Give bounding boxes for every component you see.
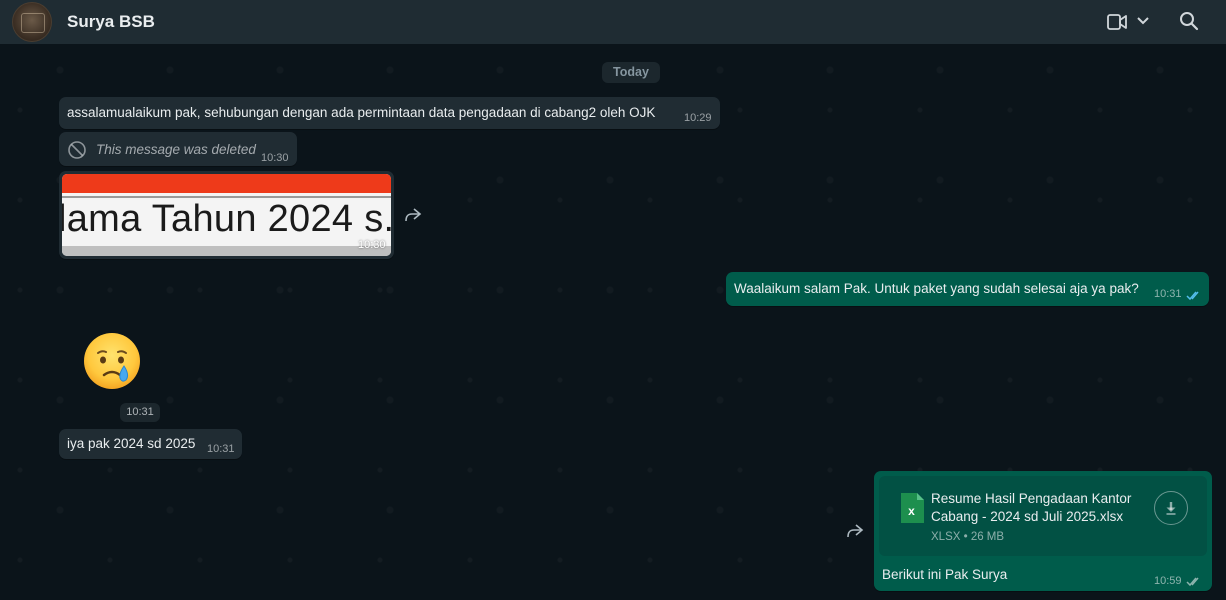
- deleted-message-text: This message was deleted: [96, 142, 256, 157]
- message-text: assalamualaikum pak, sehubungan dengan a…: [67, 105, 656, 120]
- file-attachment[interactable]: x Resume Hasil Pengadaan Kantor Cabang -…: [879, 476, 1207, 556]
- message-time: 10:29: [684, 112, 712, 124]
- message-bubble-outgoing[interactable]: Waalaikum salam Pak. Untuk paket yang su…: [726, 272, 1209, 306]
- file-caption: Berikut ini Pak Surya: [882, 567, 1008, 582]
- crying-face-icon: [84, 333, 140, 389]
- message-time: 10:59: [1154, 575, 1182, 587]
- file-meta: XLSX • 26 MB: [931, 531, 1005, 543]
- message-time: 10:30: [261, 152, 289, 164]
- message-time: 10:31: [120, 403, 160, 422]
- contact-name[interactable]: Surya BSB: [67, 12, 155, 32]
- image-bottom-band: [62, 246, 391, 256]
- image-text: lama Tahun 2024 s.d: [62, 198, 391, 240]
- deleted-message-bubble[interactable]: This message was deleted 10:30: [59, 132, 297, 166]
- file-name: Resume Hasil Pengadaan Kantor Cabang - 2…: [931, 491, 1132, 524]
- forward-icon[interactable]: [403, 207, 423, 228]
- message-time: 10:31: [207, 443, 235, 455]
- image-red-band: [62, 174, 391, 193]
- delivered-receipt-icon: [1186, 575, 1202, 590]
- emoji-message[interactable]: [80, 329, 144, 393]
- message-time: 10:31: [1154, 288, 1182, 300]
- file-message-bubble[interactable]: x Resume Hasil Pengadaan Kantor Cabang -…: [874, 471, 1212, 591]
- video-call-icon[interactable]: [1107, 13, 1127, 36]
- date-separator: Today: [602, 62, 660, 83]
- download-icon: [1166, 502, 1176, 515]
- xlsx-icon-letter: x: [908, 504, 915, 518]
- contact-avatar[interactable]: [12, 2, 52, 42]
- download-button[interactable]: [1154, 491, 1188, 525]
- read-receipt-icon: [1186, 289, 1202, 304]
- message-time: 10:30: [358, 239, 386, 251]
- chevron-down-icon[interactable]: [1136, 14, 1150, 33]
- search-icon[interactable]: [1179, 11, 1199, 36]
- message-bubble-incoming[interactable]: iya pak 2024 sd 2025 10:31: [59, 429, 242, 459]
- message-text: Waalaikum salam Pak. Untuk paket yang su…: [734, 281, 1139, 296]
- forward-icon[interactable]: [845, 523, 865, 544]
- image-message-bubble[interactable]: lama Tahun 2024 s.d 10:30: [59, 171, 394, 259]
- chat-header: Surya BSB: [0, 0, 1226, 44]
- message-text: iya pak 2024 sd 2025: [67, 436, 196, 451]
- message-bubble-incoming[interactable]: assalamualaikum pak, sehubungan dengan a…: [59, 97, 720, 129]
- deleted-icon: [67, 140, 87, 163]
- xlsx-file-icon: x: [899, 492, 925, 527]
- image-thumbnail[interactable]: lama Tahun 2024 s.d: [62, 174, 391, 256]
